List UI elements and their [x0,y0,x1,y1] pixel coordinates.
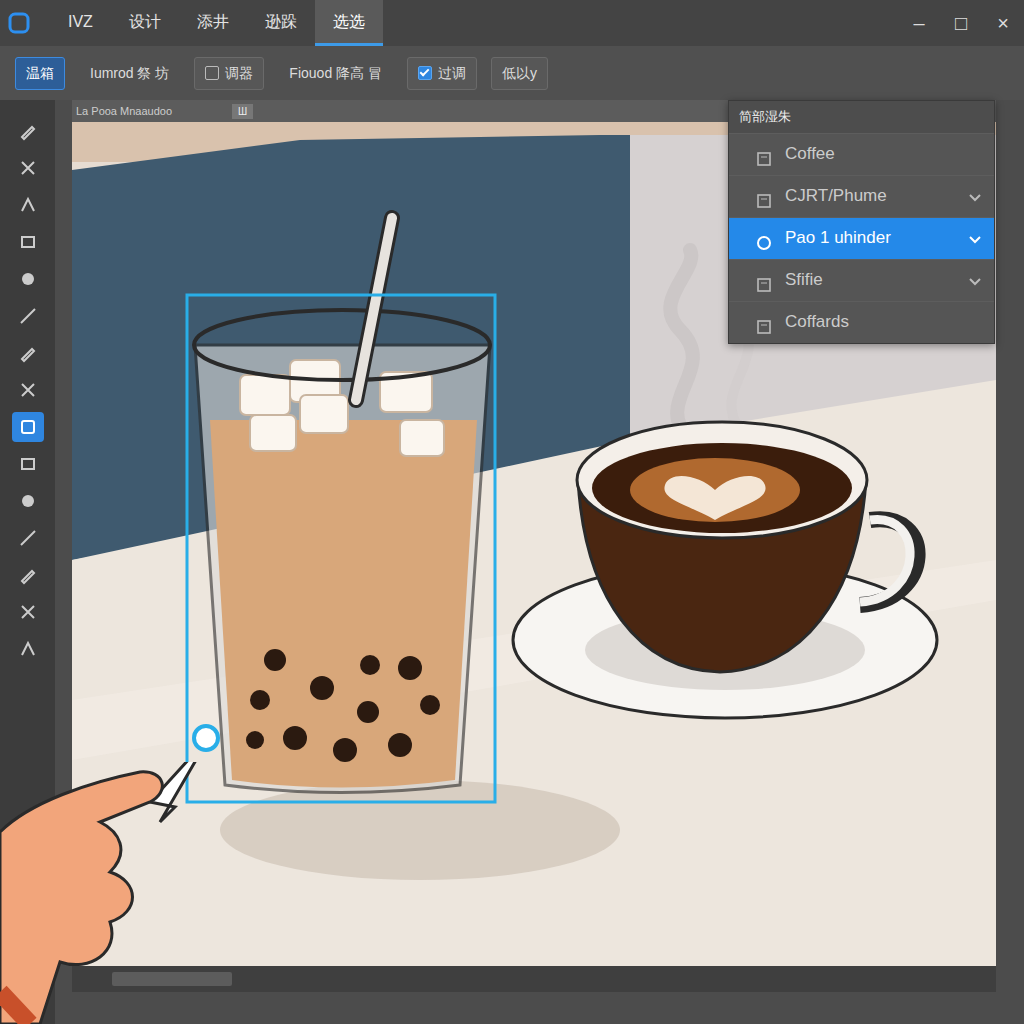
app-logo-icon[interactable] [8,0,38,46]
tool-icon [18,269,38,289]
layer-icon [755,313,773,331]
checkbox[interactable] [418,66,432,80]
layer-item[interactable]: CJRT/Phume [729,175,994,217]
toolbar-label[interactable]: Fiouod 降高 冒 [278,57,393,90]
tool-icon [18,306,38,326]
tool-icon [18,565,38,585]
layer-item[interactable]: Coffee [729,133,994,175]
layer-label: Coffards [785,309,956,335]
tool-button[interactable] [12,634,44,664]
tool-button[interactable] [12,301,44,331]
tool-button[interactable] [12,338,44,368]
tool-palette [0,100,55,1024]
hand-cursor-icon [0,762,230,1024]
status-bar [72,966,996,992]
tool-icon [18,454,38,474]
toolbar-label: 温箱 [26,63,54,84]
toolbar-label[interactable]: Iumrod 祭 坊 [79,57,180,90]
toolbar-button[interactable]: 低以y [491,57,548,90]
toolbar-label: 低以y [502,63,537,84]
toolbar-button[interactable]: 温箱 [15,57,65,90]
toolbar-label: Fiouod 降高 冒 [289,63,382,84]
panel-title: 简部湿朱 [729,101,994,133]
layer-label: CJRT/Phume [785,183,956,209]
app-window: IVZ设计添井逊跺选选 –□× 温箱 Iumrod 祭 坊 调器 Fiouod 降高 … [0,0,1024,1024]
toolbar-label: 调器 [225,63,253,84]
chevron-icon[interactable] [968,183,982,209]
chevron-icon[interactable] [968,225,982,251]
tool-button[interactable] [12,486,44,516]
title-bar: IVZ设计添井逊跺选选 –□× [0,0,1024,46]
tool-icon [18,158,38,178]
document-tab[interactable]: Ш [232,104,253,119]
tool-icon [18,417,38,437]
layer-icon [755,271,773,289]
tool-icon [18,380,38,400]
layer-icon [755,229,773,247]
toolbar-checkbox[interactable]: 过调 [407,57,477,90]
tool-icon [18,602,38,622]
tab[interactable]: 选选 [315,0,383,46]
tab[interactable]: 逊跺 [247,0,315,46]
tool-button[interactable] [12,449,44,479]
toolbar-label: Iumrod 祭 坊 [90,63,169,84]
layer-label: Sfifie [785,267,956,293]
layer-label: Pao 1 uhinder [785,225,956,251]
layers-panel: 简部湿朱 Coffee CJRT/Phume Pao 1 uhinder Sfifie… [728,100,995,344]
layer-item[interactable]: Pao 1 uhinder [729,217,994,259]
toolbar-label: 过调 [438,63,466,84]
tool-button[interactable] [12,227,44,257]
tool-button[interactable] [12,153,44,183]
tool-button[interactable] [12,190,44,220]
workspace: La Pooa Mnaaudoo Ш [55,100,1024,1024]
tool-button[interactable] [12,523,44,553]
tab[interactable]: IVZ [50,0,111,46]
zoom-field[interactable] [112,972,232,986]
tool-icon [18,639,38,659]
tool-button[interactable] [12,375,44,405]
toolbar: 温箱 Iumrod 祭 坊 调器 Fiouod 降高 冒 过调 低以y [0,46,1024,100]
tab[interactable]: 设计 [111,0,179,46]
tool-icon [18,528,38,548]
tool-button[interactable] [12,597,44,627]
layer-item[interactable]: Sfifie [729,259,994,301]
chevron-icon[interactable] [968,267,982,293]
layer-icon [755,187,773,205]
tab[interactable]: 添井 [179,0,247,46]
tool-icon [18,121,38,141]
tool-icon [18,195,38,215]
document-name: La Pooa Mnaaudoo [76,103,172,120]
layer-label: Coffee [785,141,956,167]
window-control-button[interactable]: × [982,8,1024,38]
tool-button[interactable] [12,560,44,590]
tool-icon [18,343,38,363]
checkbox[interactable] [205,66,219,80]
tool-button[interactable] [12,116,44,146]
tool-button[interactable] [12,264,44,294]
toolbar-checkbox[interactable]: 调器 [194,57,264,90]
tool-button[interactable] [12,412,44,442]
window-control-button[interactable]: □ [940,8,982,38]
window-control-button[interactable]: – [898,8,940,38]
tool-icon [18,491,38,511]
tool-icon [18,232,38,252]
layer-item[interactable]: Coffards [729,301,994,343]
layer-icon [755,145,773,163]
